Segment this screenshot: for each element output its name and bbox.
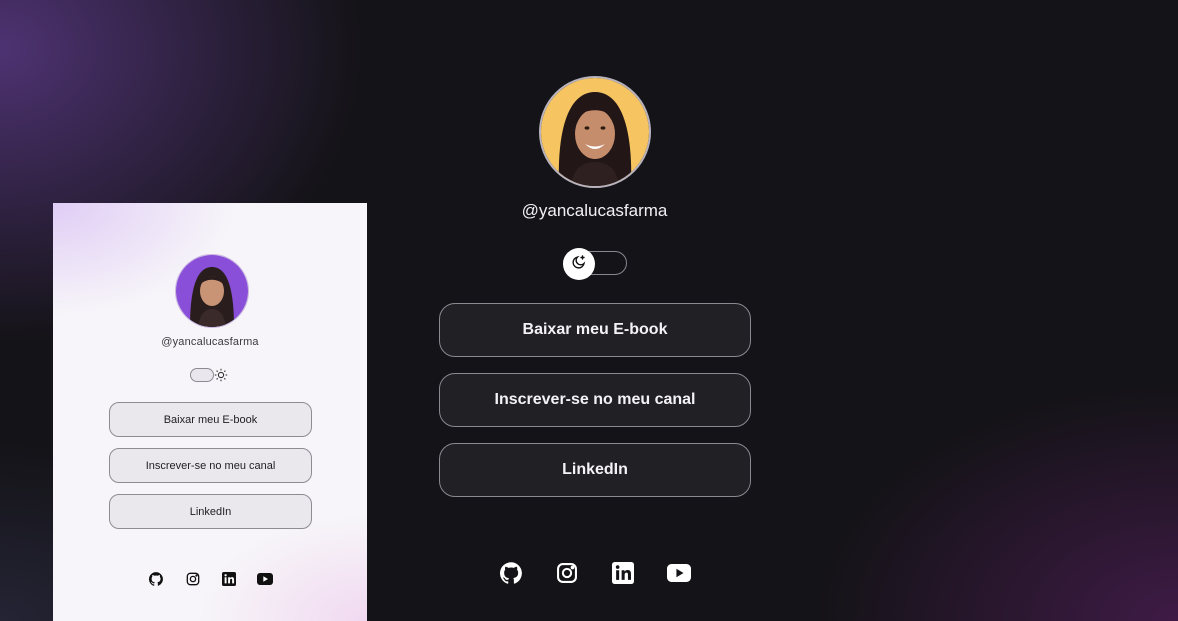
instagram-icon[interactable] <box>555 561 579 585</box>
username: @yancalucasfarma <box>521 201 668 220</box>
linkedin-icon[interactable] <box>611 561 635 585</box>
ebook-button[interactable]: Baixar meu E-book <box>109 402 312 437</box>
theme-toggle-knob[interactable] <box>563 248 595 280</box>
subscribe-channel-button[interactable]: Inscrever-se no meu canal <box>109 448 312 483</box>
linkedin-button[interactable]: LinkedIn <box>109 494 312 529</box>
linkedin-icon[interactable] <box>221 571 237 587</box>
moon-icon <box>571 254 587 275</box>
username: @yancalucasfarma <box>161 336 259 348</box>
github-icon[interactable] <box>499 561 523 585</box>
ebook-button[interactable]: Baixar meu E-book <box>439 303 751 357</box>
light-mode-preview: @yancalucasfarma Baixar meu E-book Inscr… <box>53 203 367 621</box>
linkedin-button[interactable]: LinkedIn <box>439 443 751 497</box>
avatar <box>175 254 249 328</box>
youtube-icon[interactable] <box>257 571 273 587</box>
youtube-icon[interactable] <box>667 561 691 585</box>
avatar <box>539 76 651 188</box>
theme-toggle[interactable] <box>190 368 214 382</box>
sun-icon <box>214 368 228 382</box>
github-icon[interactable] <box>148 571 164 587</box>
subscribe-channel-button[interactable]: Inscrever-se no meu canal <box>439 373 751 427</box>
instagram-icon[interactable] <box>185 571 201 587</box>
